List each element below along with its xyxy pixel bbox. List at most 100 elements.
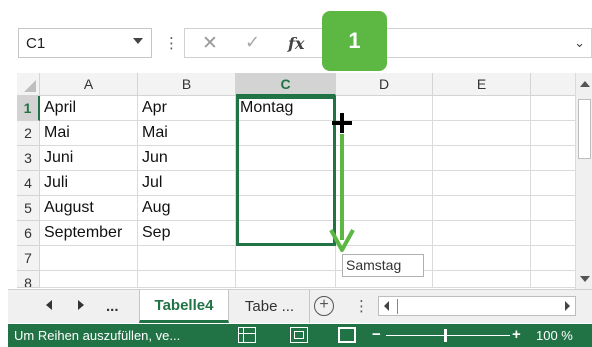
zoom-in-button[interactable]: + xyxy=(512,326,521,343)
cell-e2[interactable] xyxy=(433,121,531,146)
cell-e6[interactable] xyxy=(433,221,531,246)
cell-e1[interactable] xyxy=(433,96,531,121)
cell-e4[interactable] xyxy=(433,171,531,196)
cell-e7[interactable] xyxy=(433,246,531,271)
cell-c2[interactable] xyxy=(236,121,336,146)
name-box[interactable]: C1 xyxy=(18,28,152,58)
column-header-c[interactable]: C xyxy=(236,73,336,96)
new-sheet-icon[interactable]: + xyxy=(314,296,334,316)
row-header[interactable]: 6 xyxy=(17,221,40,246)
cell-a6[interactable]: September xyxy=(40,221,138,246)
cell-b6[interactable]: Sep xyxy=(138,221,236,246)
scroll-up-icon[interactable] xyxy=(580,81,590,87)
row-header[interactable]: 5 xyxy=(17,196,40,221)
cell-e8[interactable] xyxy=(433,271,531,288)
cell-b1[interactable]: Apr xyxy=(138,96,236,121)
cell-f4[interactable] xyxy=(531,171,577,196)
zoom-slider-track[interactable] xyxy=(386,335,510,336)
cell-c4[interactable] xyxy=(236,171,336,196)
status-bar: Um Reihen auszufüllen, ve... − + 100 % xyxy=(8,324,592,347)
cell-b3[interactable]: Jun xyxy=(138,146,236,171)
vertical-scroll-thumb[interactable] xyxy=(578,99,591,159)
cell-d4[interactable] xyxy=(336,171,433,196)
step-badge: 1 xyxy=(322,11,387,71)
cell-d2[interactable] xyxy=(336,121,433,146)
normal-view-icon[interactable] xyxy=(238,327,256,343)
cell-f8[interactable] xyxy=(531,271,577,288)
cell-f5[interactable] xyxy=(531,196,577,221)
column-header-f[interactable] xyxy=(531,73,577,96)
row-header[interactable]: 8 xyxy=(17,271,40,288)
vertical-scrollbar[interactable] xyxy=(575,73,592,290)
cell-c6[interactable] xyxy=(236,221,336,246)
cell-a4[interactable]: Juli xyxy=(40,171,138,196)
next-sheet-icon[interactable] xyxy=(78,300,84,310)
zoom-slider-knob[interactable] xyxy=(444,329,447,342)
cell-d5[interactable] xyxy=(336,196,433,221)
cell-f3[interactable] xyxy=(531,146,577,171)
cell-b5[interactable]: Aug xyxy=(138,196,236,221)
select-all-corner[interactable] xyxy=(17,73,40,96)
cell-e5[interactable] xyxy=(433,196,531,221)
more-sheets-button[interactable]: ... xyxy=(106,298,119,315)
select-all-triangle-icon xyxy=(24,80,36,92)
expand-formula-bar-icon[interactable]: ⌄ xyxy=(574,35,585,51)
cell-a5[interactable]: August xyxy=(40,196,138,221)
cell-a7[interactable] xyxy=(40,246,138,271)
cell-b4[interactable]: Jul xyxy=(138,171,236,196)
column-header-e[interactable]: E xyxy=(433,73,531,96)
row-header[interactable]: 3 xyxy=(17,146,40,171)
scroll-down-icon[interactable] xyxy=(580,276,590,282)
cell-a2[interactable]: Mai xyxy=(40,121,138,146)
row-header[interactable]: 4 xyxy=(17,171,40,196)
zoom-level[interactable]: 100 % xyxy=(536,328,573,343)
column-header-b[interactable]: B xyxy=(138,73,236,96)
cell-b2[interactable]: Mai xyxy=(138,121,236,146)
cell-c5[interactable] xyxy=(236,196,336,221)
column-header-a[interactable]: A xyxy=(40,73,138,96)
formula-bar-more-icon[interactable]: ⋮ xyxy=(164,34,179,52)
enter-check-icon[interactable]: ✓ xyxy=(245,32,260,53)
cell-c7[interactable] xyxy=(236,246,336,271)
row-header[interactable]: 1 xyxy=(17,96,40,121)
cell-d6[interactable] xyxy=(336,221,433,246)
cell-c3[interactable] xyxy=(236,146,336,171)
cell-f7[interactable] xyxy=(531,246,577,271)
cell-f2[interactable] xyxy=(531,121,577,146)
cell-a1[interactable]: April xyxy=(40,96,138,121)
autofill-preview-tooltip: Samstag xyxy=(342,254,424,277)
row-header[interactable]: 7 xyxy=(17,246,40,271)
horizontal-scroll-thumb[interactable] xyxy=(397,299,398,314)
sheet-tab-other[interactable]: Tabe ... xyxy=(230,290,310,323)
page-break-preview-icon[interactable] xyxy=(338,327,356,343)
cell-c1[interactable]: Montag xyxy=(236,96,336,121)
cell-d3[interactable] xyxy=(336,146,433,171)
cell-a3[interactable]: Juni xyxy=(40,146,138,171)
previous-sheet-icon[interactable] xyxy=(46,300,52,310)
cell-b7[interactable] xyxy=(138,246,236,271)
cell-e3[interactable] xyxy=(433,146,531,171)
horizontal-scrollbar[interactable] xyxy=(378,296,576,316)
name-box-value: C1 xyxy=(26,35,46,52)
scroll-left-icon[interactable] xyxy=(384,301,389,311)
cell-d1[interactable] xyxy=(336,96,433,121)
status-message: Um Reihen auszufüllen, ve... xyxy=(14,328,181,343)
formula-bar: C1 ⋮ ✕ ✓ fx ⌄ xyxy=(8,28,592,61)
worksheet-grid[interactable]: A B C D E 1 April Apr Montag 2 Mai Mai 3… xyxy=(17,73,577,288)
column-header-d[interactable]: D xyxy=(336,73,433,96)
tab-options-icon[interactable]: ⋮ xyxy=(354,297,369,315)
page-layout-view-icon[interactable] xyxy=(290,327,308,343)
sheet-tab-bar: ... Tabelle4 Tabe ... + ⋮ xyxy=(8,289,592,323)
name-box-dropdown-icon[interactable] xyxy=(133,38,143,44)
zoom-out-button[interactable]: − xyxy=(372,326,381,343)
sheet-tab-tabelle4[interactable]: Tabelle4 xyxy=(139,290,229,323)
cancel-icon[interactable]: ✕ xyxy=(202,32,218,55)
cell-f6[interactable] xyxy=(531,221,577,246)
scroll-right-icon[interactable] xyxy=(565,301,570,311)
cell-b8[interactable] xyxy=(138,271,236,288)
row-header[interactable]: 2 xyxy=(17,121,40,146)
insert-function-icon[interactable]: fx xyxy=(288,34,304,53)
cell-a8[interactable] xyxy=(40,271,138,288)
cell-c8[interactable] xyxy=(236,271,336,288)
cell-f1[interactable] xyxy=(531,96,577,121)
